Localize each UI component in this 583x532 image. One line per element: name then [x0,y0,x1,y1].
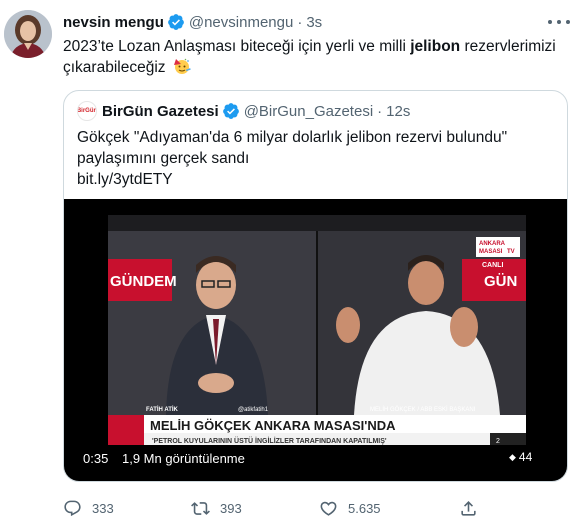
video-badge[interactable]: ◆ 44 [503,448,539,466]
quoted-tweet-time[interactable]: 12s [386,103,410,120]
quoted-tweet-text: Gökçek "Adıyaman'da 6 milyar dolarlık je… [77,127,557,190]
quoted-tweet-header: BirGün BirGün Gazetesi @BirGun_Gazetesi … [77,101,410,121]
share-button[interactable] [459,496,488,520]
tweet[interactable]: nevsin mengu @nevsinmengu · 3s 2023’te L… [0,0,583,532]
channel-logo-line2: MASASI [479,249,503,255]
right-caption: MELİH GÖKÇEK / ABB ESKİ BAŞKANI [370,406,476,413]
reply-icon [64,500,81,516]
share-icon [461,500,476,516]
quoted-tweet[interactable]: BirGün BirGün Gazetesi @BirGun_Gazetesi … [63,90,568,482]
tweet-header: nevsin mengu @nevsinmengu · 3s [63,12,322,32]
tweet-text-part1: 2023’te Lozan Anlaşması biteceği için ye… [63,38,411,55]
quoted-text-line2: paylaşımını gerçek sandı [77,150,250,167]
video-duration: 0:35 [77,449,115,468]
video-views: 1,9 Mn görüntülenme [116,449,251,468]
left-caption: FATİH ATİK [146,406,179,413]
more-options-icon[interactable] [548,14,570,30]
video-player[interactable]: GÜNDEM GÜN ANKARA MASASI TV CANLI FATİH … [64,199,567,481]
quoted-author-name[interactable]: BirGün Gazetesi [102,103,219,120]
right-banner-text: GÜN [484,273,517,290]
retweet-icon [191,501,210,515]
separator-dot: · [297,13,303,31]
channel-logo-line1: ANKARA [479,241,506,247]
channel-logo-line3: TV [507,249,515,255]
tweet-text-bold: jelibon [410,38,461,55]
avatar-image [4,10,52,58]
partying-face-emoji [173,58,191,74]
quoted-link[interactable]: bit.ly/3ytdETY [77,169,557,190]
quoted-text-line1: Gökçek "Adıyaman'da 6 milyar dolarlık je… [77,129,508,146]
reply-button[interactable]: 333 [63,496,114,520]
like-count: 5.635 [348,500,381,516]
action-bar: 333 393 5.635 [63,496,568,520]
retweet-count: 393 [220,500,242,516]
tweet-time[interactable]: 3s [306,14,322,31]
separator-dot: · [377,102,383,120]
like-button[interactable]: 5.635 [319,496,381,520]
author-name[interactable]: nevsin mengu [63,14,164,31]
subheadline: 'PETROL KUYULARININ ÜSTÜ İNGİLİZLER TARA… [152,436,387,445]
verified-badge-icon [167,14,184,30]
retweet-button[interactable]: 393 [191,496,242,520]
audio-icon: ◆ [509,451,516,462]
verified-badge-icon [222,103,239,119]
heart-icon [320,501,337,516]
quoted-avatar[interactable]: BirGün [77,101,97,121]
video-frame: GÜNDEM GÜN ANKARA MASASI TV CANLI FATİH … [108,215,526,445]
quoted-author-handle[interactable]: @BirGun_Gazetesi [244,103,373,120]
left-banner-text: GÜNDEM [110,273,177,290]
reply-count: 333 [92,500,114,516]
tweet-text: 2023’te Lozan Anlaşması biteceği için ye… [63,36,568,78]
author-handle[interactable]: @nevsinmengu [189,14,293,31]
live-label: CANLI [482,262,503,269]
corner-number: 2 [496,438,500,445]
avatar[interactable] [4,10,52,58]
video-badge-count: 44 [518,450,533,464]
left-caption-handle: @atikfatih1 [238,407,269,413]
headline: MELİH GÖKÇEK ANKARA MASASI'NDA [150,418,396,433]
